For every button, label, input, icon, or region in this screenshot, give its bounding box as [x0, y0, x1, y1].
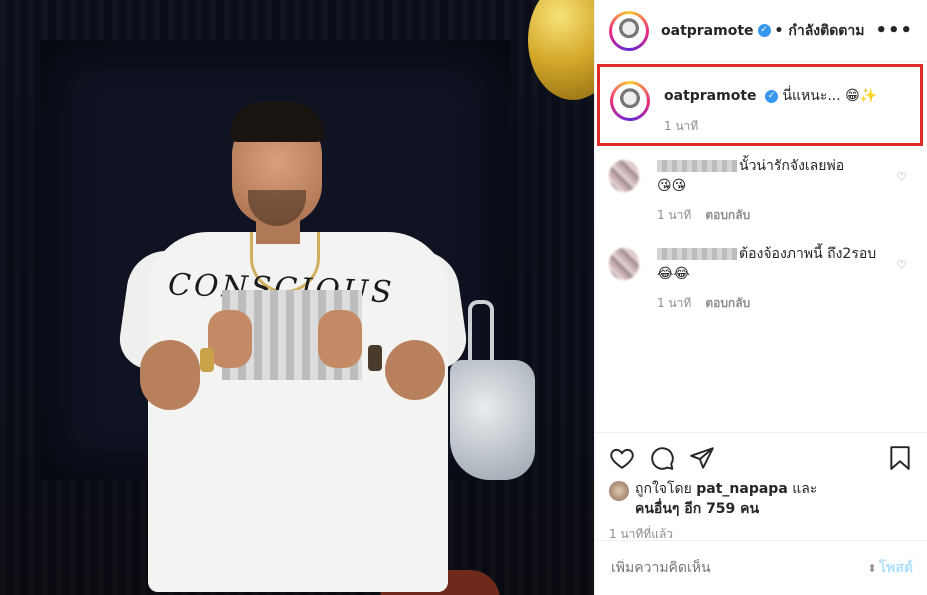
- comment-meta: 1 นาที ตอบกลับ: [657, 294, 877, 313]
- comment-emoji: 😂😂: [657, 266, 690, 282]
- right-arm: [385, 340, 445, 400]
- post-photo[interactable]: CONSCIOUS: [0, 0, 594, 595]
- caption-highlight: oatpramote ✓ นี่แหนะ... 😁✨ 1 นาที: [597, 64, 923, 146]
- liker-avatar[interactable]: [609, 481, 629, 501]
- verified-badge-icon: ✓: [764, 89, 778, 103]
- like-comment-heart-icon[interactable]: ♡: [896, 170, 907, 184]
- avatar-ring: [613, 84, 647, 118]
- comment-emoji: 😘😘: [657, 178, 687, 194]
- more-options-icon[interactable]: •••: [875, 20, 913, 41]
- heart-icon[interactable]: [609, 445, 635, 471]
- comment-body: ต้องจ้องภาพนี้ ถึง2รอบ 😂😂 1 นาที ตอบกลับ: [657, 244, 877, 322]
- comment-icon[interactable]: [649, 445, 675, 471]
- comment-text-line: ต้องจ้องภาพนี้ ถึง2รอบ 😂😂: [657, 244, 877, 284]
- commenter-avatar-blurred[interactable]: [609, 160, 639, 192]
- avatar-ring: [612, 13, 646, 48]
- post-comment-button[interactable]: โพสต์: [879, 557, 913, 579]
- caption-body: oatpramote ✓ นี่แหนะ... 😁✨ 1 นาที: [664, 85, 877, 143]
- likes-text: ถูกใจโดย pat_napapa และ คนอื่นๆ อีก 759 …: [635, 479, 817, 519]
- author-avatar[interactable]: [609, 10, 649, 51]
- comment-item: นั้วน่ารักจังเลยพ่อ 😘😘 1 นาที ตอบกลับ ♡: [595, 146, 927, 234]
- caption-emoji: 😁✨: [845, 88, 878, 104]
- post-actions: ถูกใจโดย pat_napapa และ คนอื่นๆ อีก 759 …: [595, 432, 927, 544]
- comments-list: oatpramote ✓ นี่แหนะ... 😁✨ 1 นาที นั้วน่…: [595, 64, 927, 322]
- instagram-post-view: CONSCIOUS oatpramote ✓ • กำลังติดตาม •••: [0, 0, 927, 595]
- comment-text: นั้วน่ารักจังเลยพ่อ: [739, 158, 845, 174]
- caption-text: นี่แหนะ...: [782, 88, 841, 104]
- comment-item: ต้องจ้องภาพนี้ ถึง2รอบ 😂😂 1 นาที ตอบกลับ…: [595, 234, 927, 322]
- comment-body: นั้วน่ารักจังเลยพ่อ 😘😘 1 นาที ตอบกลับ: [657, 156, 877, 234]
- gold-bracelet: [200, 348, 214, 372]
- post-header: oatpramote ✓ • กำลังติดตาม •••: [595, 0, 927, 62]
- caption-username[interactable]: oatpramote: [664, 88, 757, 104]
- commenter-name-blurred[interactable]: [657, 160, 737, 172]
- caption-author-avatar[interactable]: [610, 81, 650, 121]
- comment-meta: 1 นาที ตอบกลับ: [657, 206, 877, 225]
- loading-spinner-icon: ⬍: [867, 561, 877, 575]
- reply-button[interactable]: ตอบกลับ: [705, 206, 750, 225]
- bookmark-icon[interactable]: [887, 445, 913, 471]
- likes-prefix: ถูกใจโดย: [635, 481, 692, 497]
- tote-bag: [450, 360, 535, 480]
- avatar-image: [616, 87, 644, 115]
- post-side-panel: oatpramote ✓ • กำลังติดตาม ••• oatpramot…: [594, 0, 927, 595]
- caption-text-line: oatpramote ✓ นี่แหนะ... 😁✨: [664, 85, 877, 107]
- commenter-name-blurred[interactable]: [657, 248, 737, 260]
- share-icon[interactable]: [689, 445, 715, 471]
- likes-and: และ: [792, 481, 818, 497]
- comment-time[interactable]: 1 นาที: [657, 294, 691, 313]
- comment-time[interactable]: 1 นาที: [657, 206, 691, 225]
- add-comment-bar: ⬍ โพสต์: [595, 540, 927, 595]
- following-status[interactable]: • กำลังติดตาม: [775, 20, 865, 42]
- comment-text-line: นั้วน่ารักจังเลยพ่อ 😘😘: [657, 156, 877, 196]
- action-icons-row: [595, 433, 927, 471]
- caption-meta: 1 นาที: [664, 117, 877, 136]
- left-hand: [208, 310, 252, 368]
- likes-others-link[interactable]: คนอื่นๆ อีก 759 คน: [635, 501, 759, 517]
- right-hand: [318, 310, 362, 368]
- caption-time[interactable]: 1 นาที: [664, 117, 698, 136]
- comment-input[interactable]: [609, 559, 868, 577]
- like-comment-heart-icon[interactable]: ♡: [896, 258, 907, 272]
- liker-username[interactable]: pat_napapa: [696, 481, 788, 497]
- left-arm: [140, 340, 200, 410]
- likes-summary: ถูกใจโดย pat_napapa และ คนอื่นๆ อีก 759 …: [595, 471, 927, 519]
- verified-badge-icon: ✓: [757, 24, 771, 37]
- wristwatch: [368, 345, 382, 371]
- hair: [230, 102, 324, 142]
- author-username[interactable]: oatpramote: [661, 23, 754, 39]
- comment-text: ต้องจ้องภาพนี้ ถึง2รอบ: [739, 246, 877, 262]
- avatar-image: [615, 16, 643, 45]
- commenter-avatar-blurred[interactable]: [609, 248, 639, 280]
- reply-button[interactable]: ตอบกลับ: [705, 294, 750, 313]
